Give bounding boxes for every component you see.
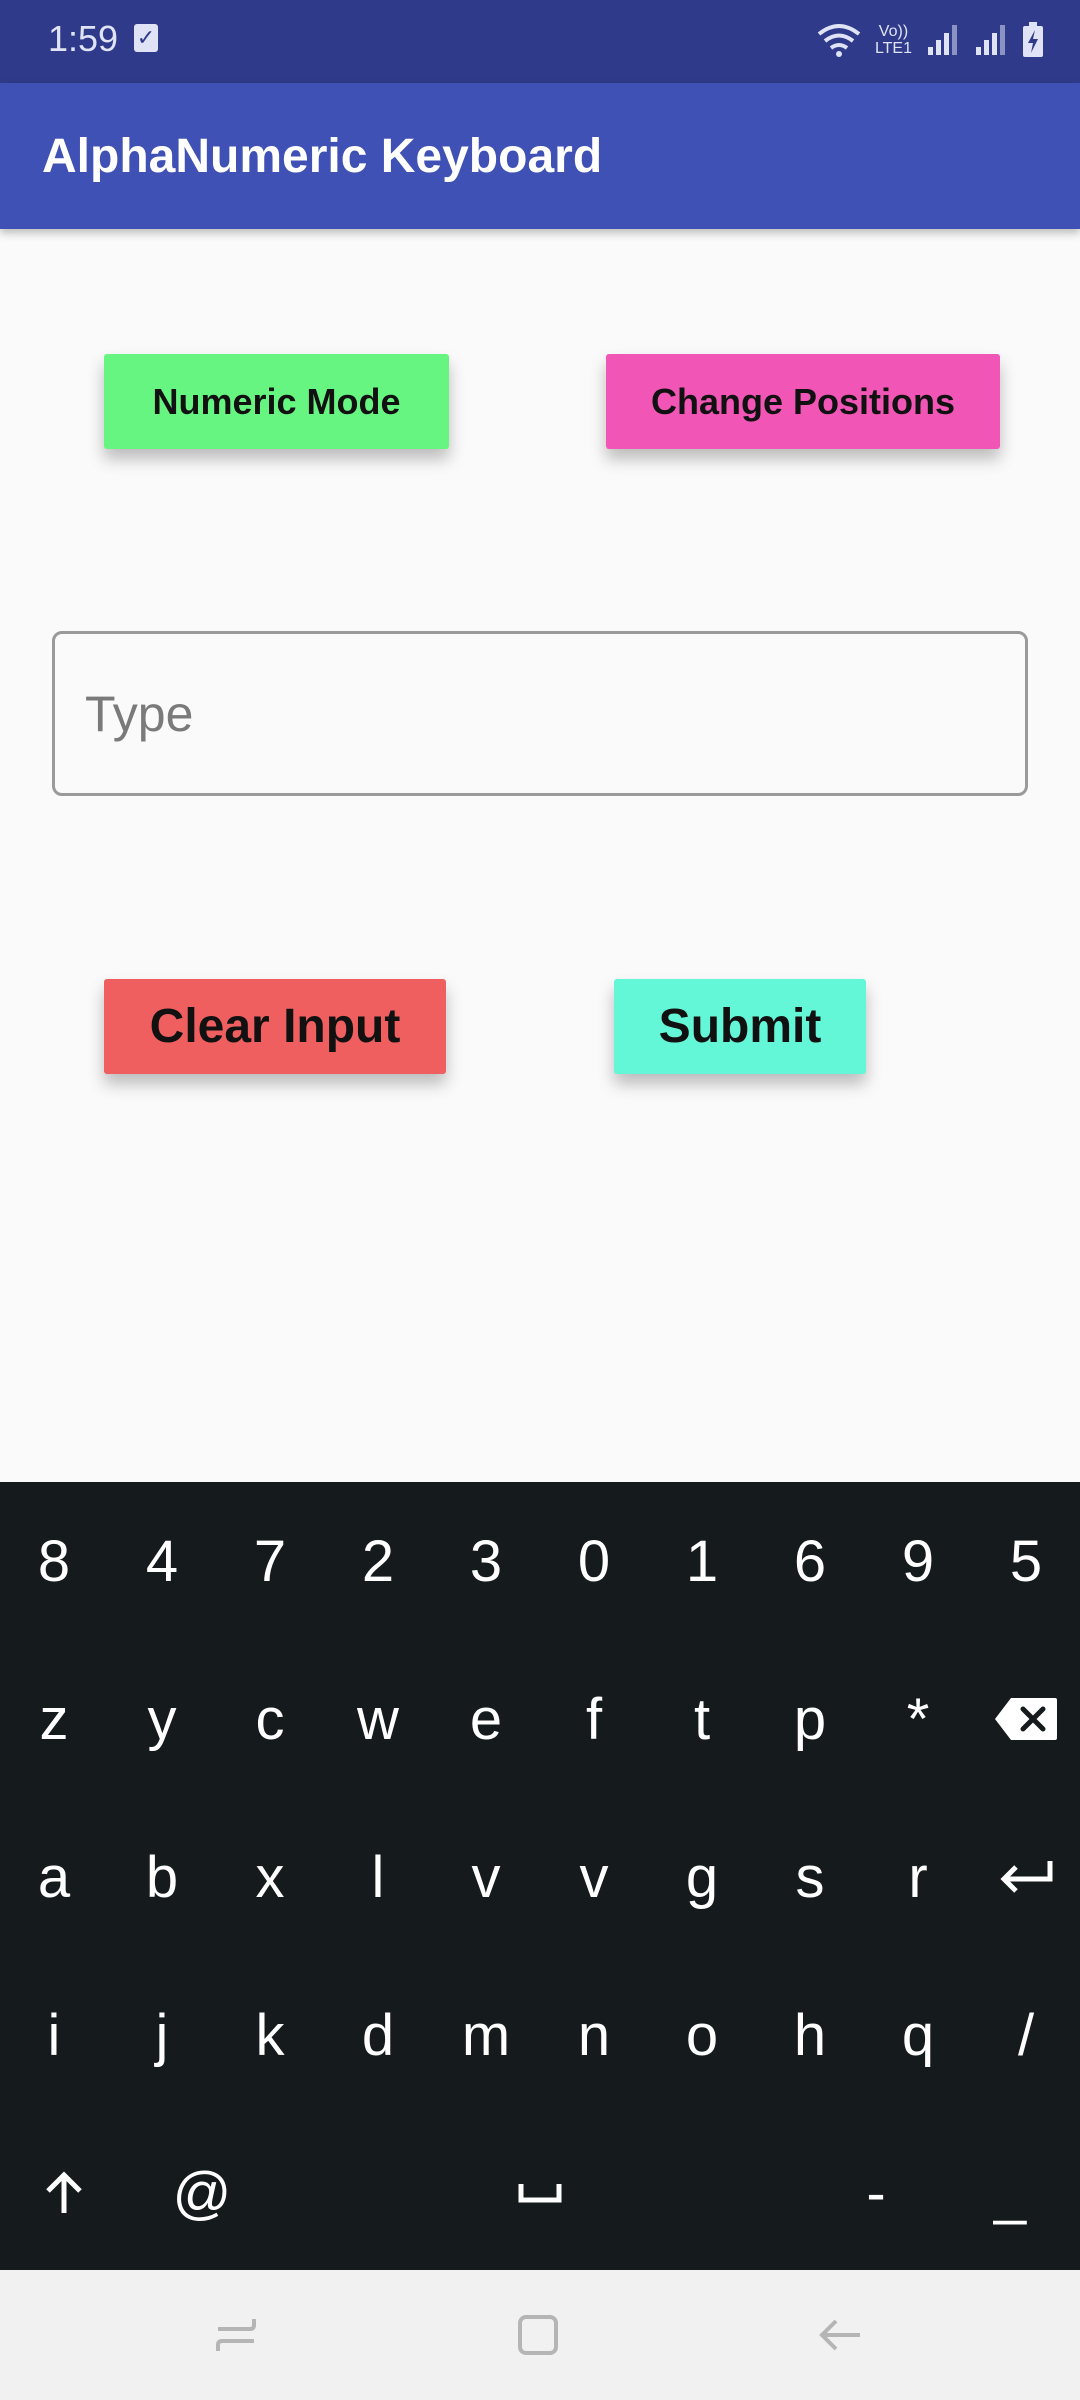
key-w[interactable]: w: [324, 1640, 432, 1798]
key-o[interactable]: o: [648, 1956, 756, 2114]
backspace-icon: [995, 1698, 1057, 1740]
key-q[interactable]: q: [864, 1956, 972, 2114]
checkbox-notification-icon: ✓: [134, 24, 158, 52]
key-v[interactable]: v: [432, 1798, 540, 1956]
wifi-icon: [817, 24, 861, 57]
key-a[interactable]: a: [0, 1798, 108, 1956]
space-key[interactable]: [330, 2114, 750, 2272]
volte-label: Vo)): [878, 23, 909, 40]
key-9[interactable]: 9: [864, 1482, 972, 1640]
change-positions-button[interactable]: Change Positions: [606, 354, 1000, 449]
key-f[interactable]: f: [540, 1640, 648, 1798]
key-at[interactable]: @: [148, 2114, 256, 2272]
key-5[interactable]: 5: [972, 1482, 1080, 1640]
status-time: 1:59: [48, 18, 119, 59]
key-l[interactable]: l: [324, 1798, 432, 1956]
keyboard-row-2: z y c w e f t p *: [0, 1640, 1080, 1798]
key-i[interactable]: i: [0, 1956, 108, 2114]
key-underscore[interactable]: _: [956, 2114, 1064, 2272]
keyboard-row-1: 8 4 7 2 3 0 1 6 9 5: [0, 1482, 1080, 1640]
space-bar-icon: [518, 2184, 562, 2203]
key-slash[interactable]: /: [972, 1956, 1080, 2114]
backspace-key[interactable]: [972, 1640, 1080, 1798]
numeric-mode-button[interactable]: Numeric Mode: [104, 354, 449, 449]
signal-icon-secondary: [976, 25, 1005, 55]
keyboard-row-4: i j k d m n o h q /: [0, 1956, 1080, 2114]
shift-arrow-up-icon: [46, 2171, 82, 2213]
key-v-2[interactable]: v: [540, 1798, 648, 1956]
submit-button[interactable]: Submit: [614, 979, 866, 1074]
back-arrow-icon: [819, 2319, 860, 2351]
key-m[interactable]: m: [432, 1956, 540, 2114]
key-t[interactable]: t: [648, 1640, 756, 1798]
key-j[interactable]: j: [108, 1956, 216, 2114]
back-button[interactable]: [810, 2310, 870, 2360]
key-h[interactable]: h: [756, 1956, 864, 2114]
key-2[interactable]: 2: [324, 1482, 432, 1640]
key-z[interactable]: z: [0, 1640, 108, 1798]
alphanumeric-keyboard: 8 4 7 2 3 0 1 6 9 5 z y c w e f t p * a …: [0, 1482, 1080, 2270]
lte-label: LTE1: [874, 40, 912, 57]
key-d[interactable]: d: [324, 1956, 432, 2114]
key-c[interactable]: c: [216, 1640, 324, 1798]
keyboard-row-3: a b x l v v g s r: [0, 1798, 1080, 1956]
key-asterisk[interactable]: *: [864, 1640, 972, 1798]
key-dash[interactable]: -: [822, 2114, 930, 2272]
key-4[interactable]: 4: [108, 1482, 216, 1640]
volte-indicator: Vo)) LTE1: [875, 23, 912, 57]
battery-charging-icon: [1023, 22, 1043, 57]
key-7[interactable]: 7: [216, 1482, 324, 1640]
key-s[interactable]: s: [756, 1798, 864, 1956]
key-b[interactable]: b: [108, 1798, 216, 1956]
recent-apps-icon: [216, 2319, 256, 2351]
recent-apps-button[interactable]: [206, 2310, 266, 2360]
enter-icon: [1000, 1861, 1053, 1893]
shift-key[interactable]: [10, 2114, 118, 2272]
signal-icon: [928, 25, 957, 55]
status-icons: Vo)) LTE1: [817, 18, 1044, 62]
key-0[interactable]: 0: [540, 1482, 648, 1640]
clear-input-button[interactable]: Clear Input: [104, 979, 446, 1074]
type-input[interactable]: [55, 634, 1025, 793]
key-g[interactable]: g: [648, 1798, 756, 1956]
home-button[interactable]: [508, 2310, 568, 2360]
status-bar: 1:59 ✓ Vo)) LTE1: [0, 0, 1080, 83]
key-n[interactable]: n: [540, 1956, 648, 2114]
key-1[interactable]: 1: [648, 1482, 756, 1640]
key-e[interactable]: e: [432, 1640, 540, 1798]
key-y[interactable]: y: [108, 1640, 216, 1798]
key-3[interactable]: 3: [432, 1482, 540, 1640]
key-k[interactable]: k: [216, 1956, 324, 2114]
key-x[interactable]: x: [216, 1798, 324, 1956]
key-8[interactable]: 8: [0, 1482, 108, 1640]
key-p[interactable]: p: [756, 1640, 864, 1798]
key-6[interactable]: 6: [756, 1482, 864, 1640]
home-square-icon: [518, 2315, 558, 2355]
app-title: AlphaNumeric Keyboard: [42, 130, 603, 183]
enter-key[interactable]: [972, 1798, 1080, 1956]
type-input-container[interactable]: [52, 631, 1028, 796]
key-r[interactable]: r: [864, 1798, 972, 1956]
app-bar: AlphaNumeric Keyboard: [0, 83, 1080, 229]
keyboard-row-5: @ - _: [0, 2114, 1080, 2272]
system-navigation-bar: [0, 2270, 1080, 2400]
